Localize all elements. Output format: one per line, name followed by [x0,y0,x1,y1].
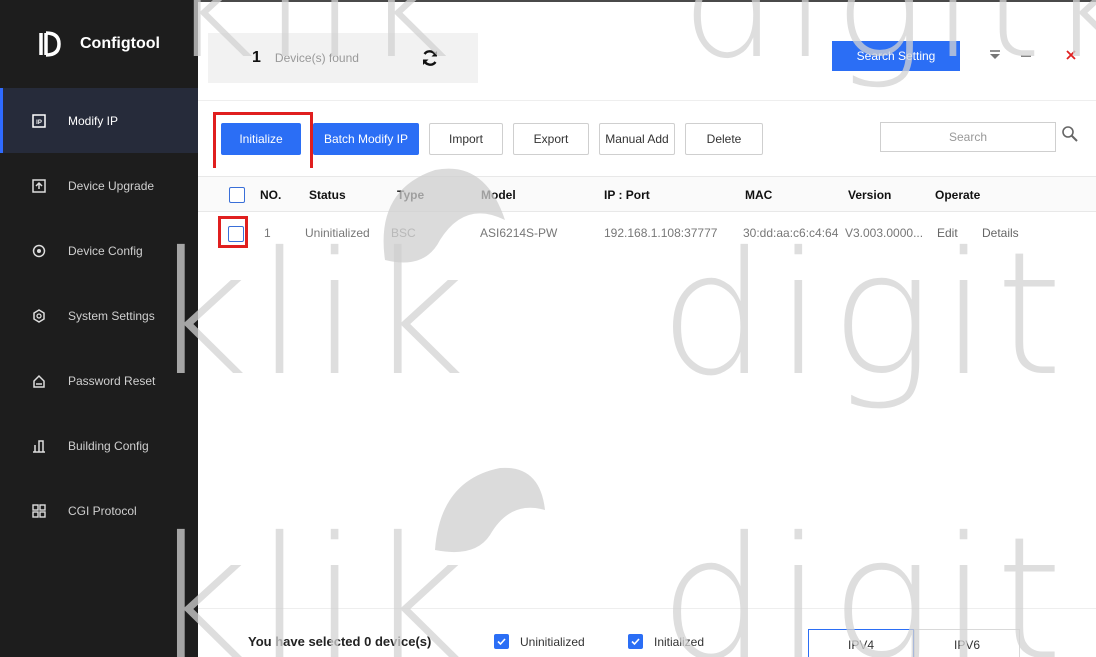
column-model: Model [481,188,516,202]
ipv6-tab[interactable]: IPV6 [914,629,1020,657]
selection-summary: You have selected 0 device(s) [248,634,431,649]
settings-icon [32,308,46,323]
manual-add-button[interactable]: Manual Add [599,123,675,155]
row-type: BSC [391,226,416,240]
initialized-filter-checkbox[interactable] [628,634,643,649]
title-bar-line [198,0,1096,2]
import-button[interactable]: Import [429,123,503,155]
refresh-icon[interactable] [419,47,441,69]
batch-modify-ip-button[interactable]: Batch Modify IP [313,123,419,155]
device-table: NO. Status Type Model IP : Port MAC Vers… [198,168,1096,608]
upgrade-icon [32,178,46,193]
protocol-icon [32,503,46,518]
minimize-icon[interactable] [1015,44,1037,66]
select-all-checkbox[interactable] [229,187,245,203]
sidebar-item-label: Building Config [68,438,149,453]
sidebar: Configtool IP Modify IP Device Upgrade D… [0,0,198,657]
config-icon [32,244,46,258]
initialize-button[interactable]: Initialize [221,123,301,155]
row-model: ASI6214S-PW [480,226,558,240]
column-operate: Operate [935,188,981,202]
sidebar-item-label: Device Upgrade [68,178,155,193]
row-status: Uninitialized [305,226,370,240]
lock-icon [32,374,46,388]
search-input[interactable] [880,122,1056,152]
sidebar-item-building-config[interactable]: Building Config [0,413,198,478]
sidebar-item-device-upgrade[interactable]: Device Upgrade [0,153,198,218]
delete-button[interactable]: Delete [685,123,763,155]
uninitialized-filter-checkbox[interactable] [494,634,509,649]
close-icon[interactable] [1060,44,1082,66]
sidebar-item-cgi-protocol[interactable]: CGI Protocol [0,478,198,543]
row-ip-port: 192.168.1.108:37777 [604,226,718,240]
app-logo-icon [34,28,66,60]
search-icon[interactable] [1059,123,1081,145]
sidebar-item-label: CGI Protocol [68,503,137,518]
brand: Configtool [0,0,198,88]
sidebar-item-device-config[interactable]: Device Config [0,218,198,283]
ip-icon: IP [32,113,46,128]
export-button[interactable]: Export [513,123,589,155]
row-version: V3.003.0000... [845,226,924,240]
selection-count: 0 [364,634,372,649]
app-name: Configtool [80,35,160,52]
column-no: NO. [260,188,282,202]
column-mac: MAC [745,188,773,202]
initialized-filter-label: Initialized [654,635,705,649]
row-checkbox[interactable] [228,226,244,242]
configtool-window: Configtool IP Modify IP Device Upgrade D… [0,0,1096,657]
building-icon [32,439,46,453]
search-setting-button[interactable]: Search Setting [832,41,960,71]
selection-suffix: device(s) [374,634,432,649]
ipv4-tab[interactable]: IPV4 [808,629,914,657]
toolbar: Initialize Batch Modify IP Import Export… [198,100,1096,172]
header: 1 Device(s) found Search Setting [198,0,1096,100]
footer: You have selected 0 device(s) Uninitiali… [198,608,1096,657]
column-status: Status [309,188,346,202]
row-no: 1 [264,226,271,240]
sidebar-item-password-reset[interactable]: Password Reset [0,348,198,413]
row-mac: 30:dd:aa:c6:c4:64 [743,226,839,240]
column-ip-port: IP : Port [604,188,650,202]
sidebar-item-label: Device Config [68,243,143,258]
table-row[interactable]: 1 Uninitialized BSC ASI6214S-PW 192.168.… [198,212,1096,248]
sidebar-item-label: System Settings [68,308,155,323]
svg-text:IP: IP [36,120,42,126]
edit-link[interactable]: Edit [937,226,958,240]
sidebar-item-system-settings[interactable]: System Settings [0,283,198,348]
sidebar-item-label: Password Reset [68,373,156,388]
column-version: Version [848,188,892,202]
table-header: NO. Status Type Model IP : Port MAC Vers… [198,176,1096,212]
details-link[interactable]: Details [982,226,1019,240]
sidebar-item-modify-ip[interactable]: IP Modify IP [0,88,198,153]
device-count: 1 [252,49,261,66]
selection-prefix: You have selected [248,634,361,649]
sidebar-item-label: Modify IP [68,113,119,128]
device-found-label: Device(s) found [274,51,359,65]
pin-icon[interactable] [984,44,1006,66]
uninitialized-filter-label: Uninitialized [520,635,585,649]
device-found-panel: 1 Device(s) found [208,33,478,83]
column-type: Type [397,188,425,202]
